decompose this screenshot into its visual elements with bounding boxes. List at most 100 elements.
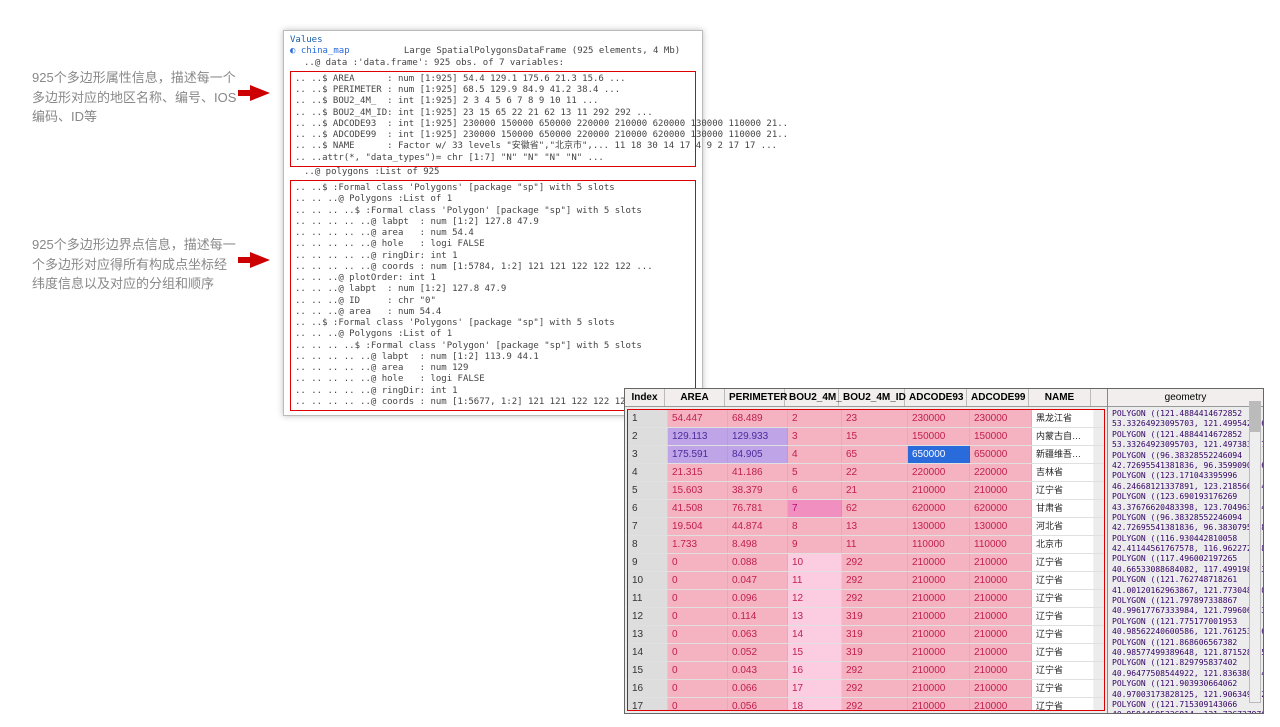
cell-area: 0 [668,572,728,589]
cell-index: 9 [628,554,668,571]
cell-name: 吉林省 [1032,464,1094,481]
cell-bou2-4m-id: 15 [842,428,908,445]
cell-adcode99: 210000 [970,644,1032,661]
table-row[interactable]: 3175.59184.905465650000650000新疆维吾尔自治区 [628,446,1104,464]
cell-perimeter: 41.186 [728,464,788,481]
cell-area: 0 [668,590,728,607]
polygons-slot-content: .. ..$ :Formal class 'Polygons' [package… [295,183,691,408]
cell-bou2-4m: 12 [788,590,842,607]
cell-index: 11 [628,590,668,607]
table-row[interactable]: 421.31541.186522220000220000吉林省 [628,464,1104,482]
cell-name: 内蒙古自治区 [1032,428,1094,445]
cell-adcode99: 110000 [970,536,1032,553]
table-row[interactable]: 1400.05215319210000210000辽宁省 [628,644,1104,662]
cell-area: 0 [668,554,728,571]
table-row[interactable]: 641.50876.781762620000620000甘肃省 [628,500,1104,518]
cell-bou2-4m-id: 292 [842,590,908,607]
table-row[interactable]: 1500.04316292210000210000辽宁省 [628,662,1104,680]
object-name[interactable]: china_map [301,46,350,56]
col-header-adcode99[interactable]: ADCODE99 [967,389,1029,406]
cell-adcode93: 210000 [908,644,970,661]
table-row[interactable]: 81.7338.498911110000110000北京市 [628,536,1104,554]
table-row[interactable]: 1700.05618292210000210000辽宁省 [628,698,1104,711]
cell-name: 辽宁省 [1032,698,1094,711]
table-row[interactable]: 1300.06314319210000210000辽宁省 [628,626,1104,644]
cell-perimeter: 0.047 [728,572,788,589]
cell-index: 17 [628,698,668,711]
table-row[interactable]: 719.50444.874813130000130000河北省 [628,518,1104,536]
cell-bou2-4m-id: 319 [842,626,908,643]
cell-perimeter: 129.933 [728,428,788,445]
cell-area: 0 [668,680,728,697]
cell-adcode93: 210000 [908,554,970,571]
col-header-geometry[interactable]: geometry [1108,389,1263,407]
cell-adcode99: 210000 [970,590,1032,607]
cell-perimeter: 76.781 [728,500,788,517]
cell-bou2-4m: 7 [788,500,842,517]
cell-index: 1 [628,410,668,427]
expand-icon[interactable]: ◐ [290,46,295,56]
cell-perimeter: 0.056 [728,698,788,711]
data-slot-box: .. ..$ AREA : num [1:925] 54.4 129.1 175… [290,71,696,167]
cell-name: 辽宁省 [1032,626,1094,643]
vertical-scrollbar[interactable] [1249,401,1261,703]
cell-adcode99: 150000 [970,428,1032,445]
cell-bou2-4m: 13 [788,608,842,625]
cell-adcode93: 210000 [908,482,970,499]
cell-perimeter: 44.874 [728,518,788,535]
cell-index: 2 [628,428,668,445]
object-summary: Large SpatialPolygonsDataFrame (925 elem… [404,46,680,56]
col-header-index[interactable]: Index [625,389,665,406]
col-header-bou2-4m[interactable]: BOU2_4M_ [785,389,839,406]
cell-perimeter: 0.066 [728,680,788,697]
col-header-area[interactable]: AREA [665,389,725,406]
table-row[interactable]: 1000.04711292210000210000辽宁省 [628,572,1104,590]
cell-name: 黑龙江省 [1032,410,1094,427]
cell-area: 54.447 [668,410,728,427]
table-row[interactable]: 2129.113129.933315150000150000内蒙古自治区 [628,428,1104,446]
arrow-right-icon [250,252,270,268]
cell-bou2-4m: 16 [788,662,842,679]
cell-index: 4 [628,464,668,481]
cell-area: 1.733 [668,536,728,553]
cell-bou2-4m-id: 23 [842,410,908,427]
data-slot-header: ..@ data :'data.frame': 925 obs. of 7 va… [290,58,696,69]
cell-adcode93: 210000 [908,680,970,697]
table-header-row: Index AREA PERIMETER BOU2_4M_ BOU2_4M_ID… [625,389,1107,407]
cell-perimeter: 8.498 [728,536,788,553]
cell-bou2-4m-id: 292 [842,572,908,589]
cell-name: 辽宁省 [1032,590,1094,607]
cell-bou2-4m-id: 22 [842,464,908,481]
cell-index: 6 [628,500,668,517]
cell-adcode93: 210000 [908,698,970,711]
table-row[interactable]: 900.08810292210000210000辽宁省 [628,554,1104,572]
cell-index: 5 [628,482,668,499]
cell-adcode93: 620000 [908,500,970,517]
col-header-name[interactable]: NAME [1029,389,1091,406]
cell-area: 129.113 [668,428,728,445]
cell-bou2-4m-id: 292 [842,698,908,711]
annotation-data-block: 925个多边形属性信息，描述每一个多边形对应的地区名称、编号、IOS编码、ID等 [32,68,237,127]
cell-adcode99: 210000 [970,680,1032,697]
cell-adcode99: 210000 [970,554,1032,571]
col-header-adcode93[interactable]: ADCODE93 [905,389,967,406]
cell-area: 41.508 [668,500,728,517]
cell-name: 辽宁省 [1032,680,1094,697]
cell-perimeter: 0.052 [728,644,788,661]
cell-adcode93: 210000 [908,662,970,679]
scrollbar-thumb[interactable] [1250,402,1260,432]
table-row[interactable]: 515.60338.379621210000210000辽宁省 [628,482,1104,500]
table-row[interactable]: 1200.11413319210000210000辽宁省 [628,608,1104,626]
table-row[interactable]: 154.44768.489223230000230000黑龙江省 [628,410,1104,428]
r-environment-panel: Values ◐ china_map Large SpatialPolygons… [283,30,703,416]
cell-bou2-4m-id: 319 [842,644,908,661]
cell-bou2-4m-id: 319 [842,608,908,625]
col-header-perimeter[interactable]: PERIMETER [725,389,785,406]
arrow-right-icon [250,85,270,101]
table-row[interactable]: 1100.09612292210000210000辽宁省 [628,590,1104,608]
table-row[interactable]: 1600.06617292210000210000辽宁省 [628,680,1104,698]
cell-name: 辽宁省 [1032,662,1094,679]
cell-area: 0 [668,662,728,679]
cell-index: 8 [628,536,668,553]
col-header-bou2-4m-id[interactable]: BOU2_4M_ID [839,389,905,406]
